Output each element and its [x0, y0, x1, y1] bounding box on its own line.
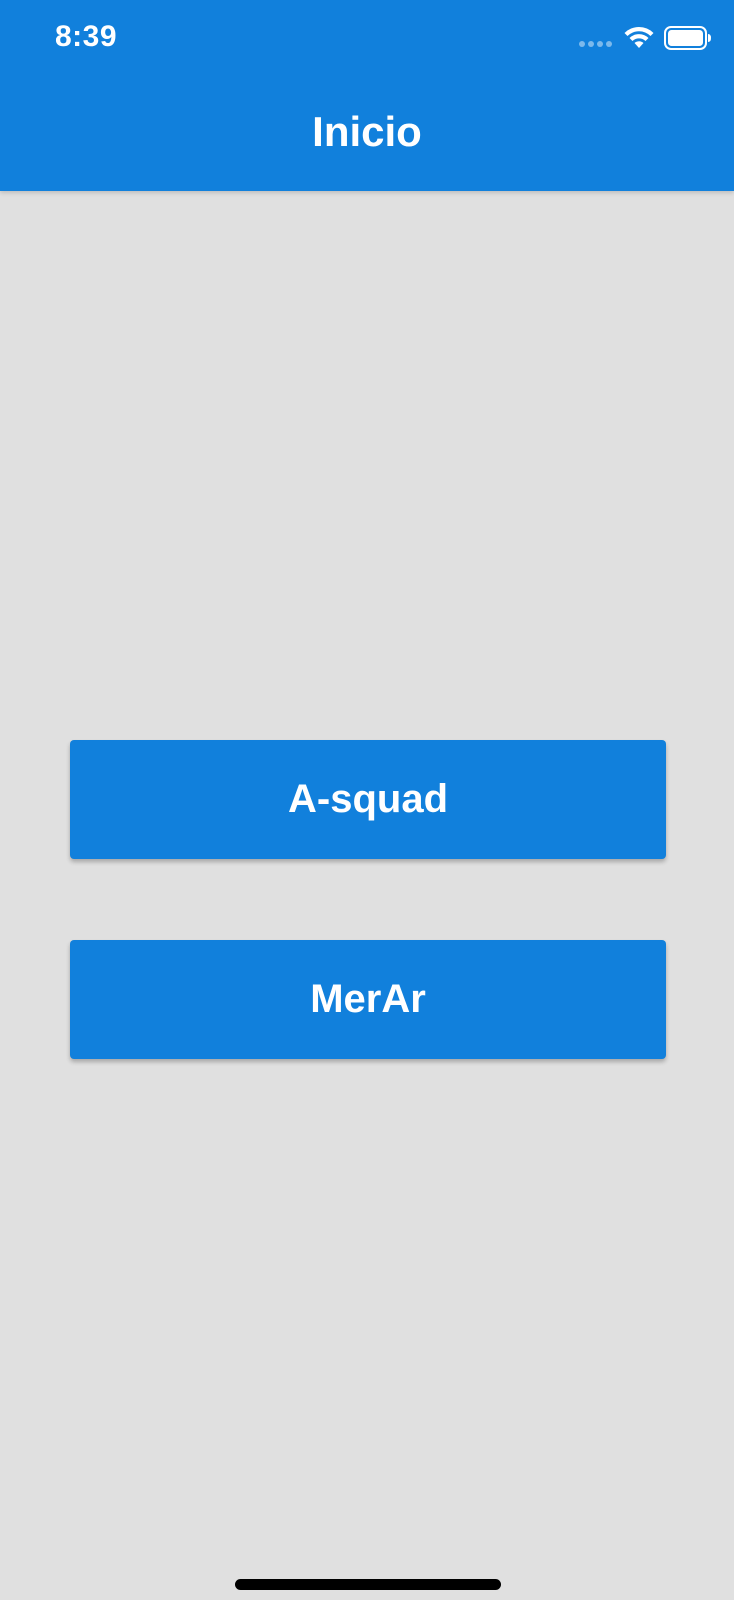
status-time: 8:39 [55, 20, 118, 53]
merar-button[interactable]: MerAr [70, 940, 666, 1059]
app-screen: 8:39 Inicio A-squad MerAr [0, 0, 734, 1600]
wifi-icon [624, 26, 654, 48]
app-bar: 8:39 Inicio [0, 0, 734, 191]
status-bar: 8:39 [0, 0, 734, 80]
page-title: Inicio [312, 108, 422, 155]
signal-dots-icon [579, 41, 615, 49]
battery-icon [664, 26, 711, 50]
home-indicator[interactable] [235, 1579, 501, 1590]
a-squad-button[interactable]: A-squad [70, 740, 666, 859]
